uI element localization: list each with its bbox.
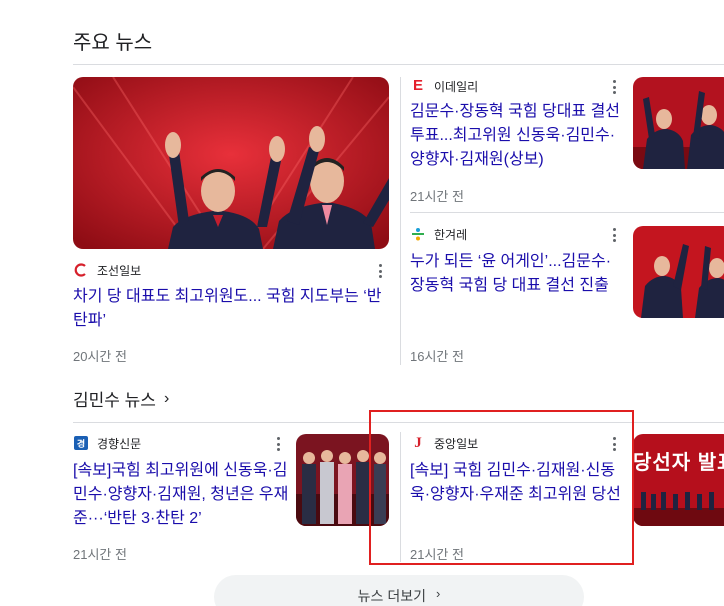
main-article-headline[interactable]: 차기 당 대표도 최고위원도... 국힘 지도부는 ‘반탄파’: [73, 285, 389, 333]
edaily-logo-icon: E: [412, 77, 423, 94]
kim-article-1-time: 21시간 전: [73, 547, 127, 562]
more-options-icon[interactable]: [373, 262, 387, 280]
main-article-time: 20시간 전: [73, 349, 127, 364]
side-article-1-image[interactable]: [633, 77, 724, 169]
kim-article-1-source[interactable]: 경 경향신문: [73, 435, 141, 451]
more-news-button[interactable]: 뉴스 더보기 ›: [214, 575, 584, 606]
divider: [73, 64, 724, 65]
main-article-source[interactable]: 조선일보: [73, 262, 141, 278]
source-name: 이데일리: [434, 79, 479, 94]
column-divider: [400, 432, 401, 562]
chevron-right-icon: ›: [163, 389, 170, 407]
source-name: 한겨레: [434, 227, 468, 242]
more-options-icon[interactable]: [607, 78, 621, 96]
divider: [410, 212, 724, 213]
source-name: 중앙일보: [434, 436, 479, 451]
column-divider: [400, 77, 401, 365]
svg-text:경: 경: [77, 438, 85, 450]
kim-article-2-image[interactable]: 당선자 발표: [633, 434, 724, 526]
joongang-logo-icon: J: [414, 435, 422, 451]
more-options-icon[interactable]: [607, 226, 621, 244]
side-article-2-image[interactable]: [633, 226, 724, 318]
side-article-1-headline[interactable]: 김문수·장동혁 국힘 당대표 결선투표...최고위원 신동욱·김민수·양향자·김…: [410, 100, 624, 172]
more-options-icon[interactable]: [607, 435, 621, 453]
kim-news-heading: 김민수 뉴스: [73, 391, 156, 410]
more-news-label: 뉴스 더보기: [357, 588, 426, 604]
main-article-image[interactable]: [73, 77, 389, 249]
side-article-2-source[interactable]: 한겨레: [410, 226, 467, 242]
kim-article-2-source[interactable]: J 중앙일보: [410, 435, 478, 451]
side-article-1-source[interactable]: E 이데일리: [410, 78, 478, 94]
more-options-icon[interactable]: [271, 435, 285, 453]
divider: [73, 422, 724, 423]
kim-article-2-headline[interactable]: [속보] 국힘 김민수·김재원·신동욱·양향자·우재준 최고위원 당선: [410, 459, 626, 507]
chosun-logo-icon: [73, 262, 89, 278]
kim-article-1-headline[interactable]: [속보]국힘 최고위원에 신동욱·김민수·양향자·김재원, 청년은 우재준···…: [73, 459, 289, 531]
source-name: 조선일보: [97, 263, 142, 278]
chevron-right-icon: ›: [435, 586, 441, 601]
hankyoreh-logo-icon: [410, 226, 426, 242]
side-article-2-time: 16시간 전: [410, 349, 464, 364]
side-article-2-headline[interactable]: 누가 되든 ‘윤 어게인’...김문수·장동혁 국힘 당 대표 결선 진출: [410, 250, 624, 298]
top-news-heading: 주요 뉴스: [73, 32, 153, 54]
kim-article-1-image[interactable]: [296, 434, 389, 526]
kim-article-2-image-banner: 당선자 발표: [633, 452, 724, 474]
kyunghyang-logo-icon: 경: [73, 435, 89, 451]
side-article-1-time: 21시간 전: [410, 189, 464, 204]
source-name: 경향신문: [97, 436, 142, 451]
kim-article-2-time: 21시간 전: [410, 547, 464, 562]
kim-news-heading-link[interactable]: 김민수 뉴스 ›: [73, 386, 169, 411]
